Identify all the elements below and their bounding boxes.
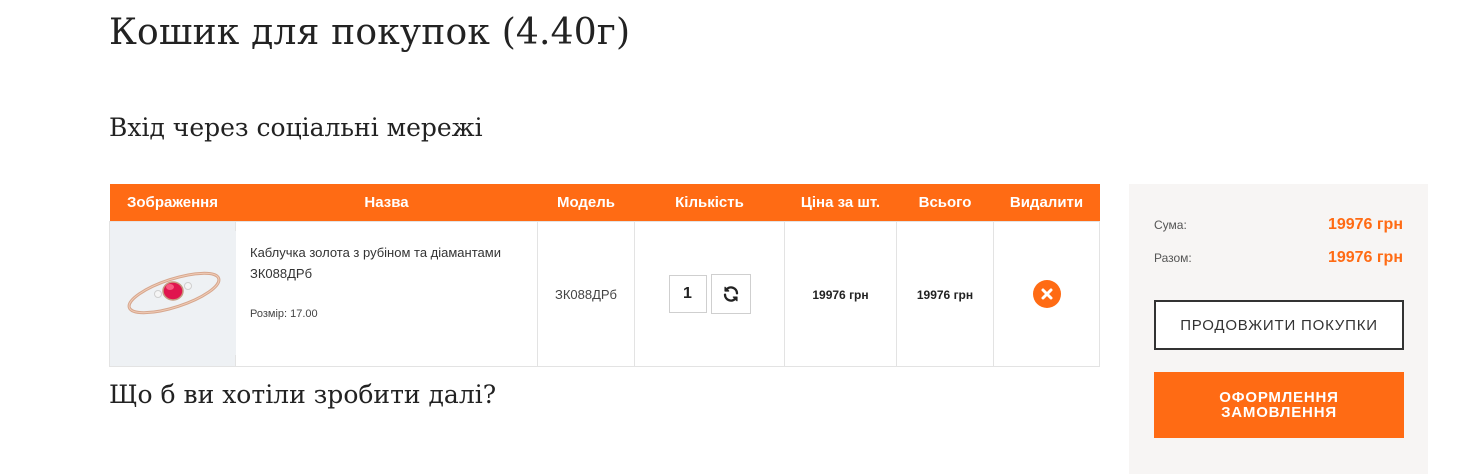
next-actions-title: Що б ви хотіли зробити далі? [109, 380, 497, 409]
product-size: Розмір: 17.00 [250, 308, 318, 320]
subtotal-row: Сума: 19976 грн [1154, 216, 1403, 234]
total-row: Разом: 19976 грн [1154, 249, 1403, 267]
refresh-icon [723, 286, 738, 302]
remove-item-button[interactable] [1032, 280, 1061, 308]
header-name: Назва [235, 184, 538, 222]
product-total: 19976 грн [916, 287, 974, 302]
page-title: Кошик для покупок (4.40г) [109, 12, 631, 53]
total-label: Разом: [1154, 251, 1192, 265]
header-total: Всього [896, 184, 994, 222]
product-model: ЗК088ДРб [554, 286, 618, 302]
checkout-button[interactable]: ОФОРМЛЕННЯ ЗАМОВЛЕННЯ [1154, 372, 1404, 438]
header-remove: Видалити [993, 184, 1100, 222]
cart-table-header: Зображення Назва Модель Кількість Ціна з… [109, 184, 1100, 222]
header-unit-price: Ціна за шт. [784, 184, 897, 222]
remove-icon [1041, 288, 1052, 300]
refresh-quantity-button[interactable] [710, 274, 751, 314]
social-login-title: Вхід через соціальні мережі [109, 113, 483, 142]
product-model-cell: ЗК088ДРб [537, 221, 635, 367]
continue-shopping-button[interactable]: ПРОДОВЖИТИ ПОКУПКИ [1154, 300, 1404, 350]
ruby-ring-image[interactable] [110, 230, 236, 355]
product-name-cell: Каблучка золота з рубіном та діамантами … [235, 221, 538, 367]
subtotal-value: 19976 грн [1327, 216, 1403, 233]
product-total-cell: 19976 грн [896, 221, 994, 367]
product-name-link[interactable]: Каблучка золота з рубіном та діамантами … [250, 242, 523, 284]
cart-summary-panel: Сума: 19976 грн Разом: 19976 грн ПРОДОВЖ… [1129, 184, 1428, 474]
product-quantity-cell [634, 221, 785, 367]
header-model: Модель [537, 184, 635, 222]
checkout-button-label: ОФОРМЛЕННЯ ЗАМОВЛЕННЯ [1219, 389, 1339, 421]
product-unit-price: 19976 грн [812, 287, 869, 302]
product-unit-price-cell: 19976 грн [784, 221, 897, 367]
quantity-input[interactable] [668, 275, 707, 313]
quantity-group [668, 274, 751, 314]
subtotal-label: Сума: [1154, 218, 1187, 232]
product-image-cell[interactable] [109, 221, 236, 367]
cart-table: Зображення Назва Модель Кількість Ціна з… [109, 184, 1100, 367]
total-value: 19976 грн [1327, 249, 1403, 266]
product-remove-cell [993, 221, 1100, 367]
header-image: Зображення [109, 184, 236, 222]
table-row: Каблучка золота з рубіном та діамантами … [109, 221, 1100, 367]
header-quantity: Кількість [634, 184, 785, 222]
